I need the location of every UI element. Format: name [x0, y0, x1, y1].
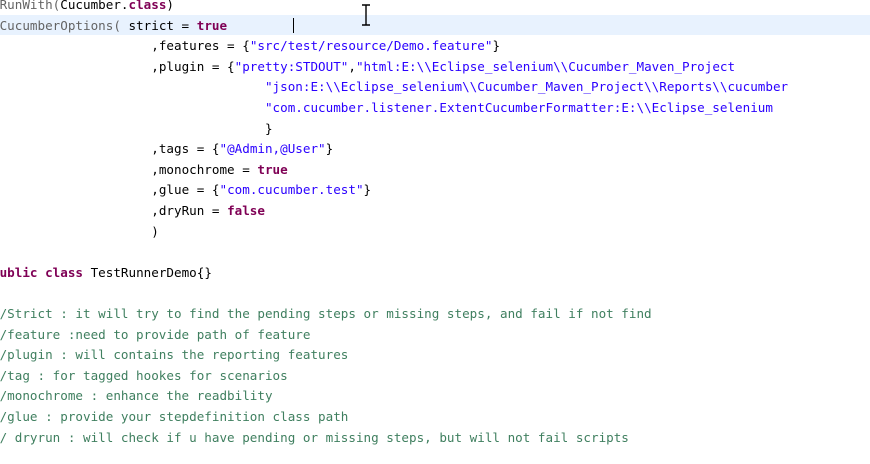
code-comment: //feature :need to provide path of featu… [0, 326, 311, 342]
code-line: //feature :need to provide path of featu… [0, 325, 310, 345]
code-string: "com.cucumber.listener.ExtentCucumberFor… [264, 100, 773, 115]
code-comment: //glue : provide your stepdefinition cla… [0, 409, 349, 424]
code-text: } [325, 141, 334, 157]
code-line: ,monochrome = true [0, 160, 288, 180]
code-text: ,glue = { [151, 182, 220, 198]
code-string: "com.cucumber.test" [219, 182, 364, 198]
code-text: } [492, 38, 501, 54]
code-string: "src/test/resource/Demo.feature" [249, 38, 493, 54]
code-text: ) [151, 223, 159, 239]
code-annotation: @CucumberOptions( [0, 17, 129, 33]
code-comment: //tag : for tagged hookes for scenarios [0, 367, 288, 383]
code-text: } [264, 120, 273, 136]
code-line: "json:E:\\Eclipse_selenium\\Cucumber_Mav… [0, 77, 788, 97]
code-text: ,dryRun = [151, 203, 228, 218]
code-string: "pretty:STDOUT" [234, 58, 349, 74]
code-comment: //plugin : will contains the reporting f… [0, 347, 349, 363]
code-keyword: false [227, 203, 265, 218]
code-text: TestRunnerDemo{} [83, 264, 212, 280]
code-line: //glue : provide your stepdefinition cla… [0, 407, 348, 427]
code-line: ,plugin = {"pretty:STDOUT","html:E:\\Ecl… [0, 57, 735, 77]
code-line: ,tags = {"@Admin,@User"} [0, 139, 333, 159]
code-keyword: public [0, 264, 38, 280]
text-caret [293, 18, 294, 33]
code-line: //tag : for tagged hookes for scenarios [0, 366, 288, 386]
code-keyword: class [128, 0, 167, 12]
text-ibeam-cursor-icon [362, 4, 370, 26]
code-line: ,features = {"src/test/resource/Demo.fea… [0, 36, 500, 56]
code-editor[interactable]: @RunWith(Cucumber.class)@CucumberOptions… [0, 0, 870, 464]
code-text: } [363, 182, 372, 198]
code-line: public class TestRunnerDemo{} [0, 263, 212, 283]
code-text: ) [166, 0, 175, 12]
code-annotation: @RunWith( [0, 0, 61, 12]
code-line: @CucumberOptions( strict = true [0, 16, 227, 36]
code-line: } [0, 119, 273, 139]
code-line: // dryrun : will check if u have pending… [0, 428, 629, 448]
code-string: "html:E:\\Eclipse_selenium\\Cucumber_Mav… [355, 58, 736, 74]
code-text: strict = [128, 17, 197, 33]
code-line: //monochrome : enhance the readbility [0, 386, 273, 406]
code-text: Cucumber. [60, 0, 129, 12]
code-text: ,plugin = { [151, 58, 235, 74]
code-text: , [348, 58, 356, 74]
code-line: "com.cucumber.listener.ExtentCucumberFor… [0, 98, 773, 118]
code-string: "@Admin,@User" [219, 141, 326, 157]
code-comment: //Strict : it will try to find the pendi… [0, 306, 652, 321]
code-string: "json:E:\\Eclipse_selenium\\Cucumber_Mav… [264, 79, 789, 95]
code-keyword: class [45, 264, 84, 280]
code-line: ,dryRun = false [0, 201, 265, 221]
code-keyword: true [257, 161, 288, 177]
code-text: ,monochrome = [151, 161, 258, 177]
code-text: ,tags = { [151, 141, 220, 157]
code-comment: // dryrun : will check if u have pending… [0, 429, 629, 445]
code-line: //Strict : it will try to find the pendi… [0, 304, 652, 324]
code-comment: //monochrome : enhance the readbility [0, 388, 273, 404]
code-line: ,glue = {"com.cucumber.test"} [0, 180, 371, 200]
code-line: //plugin : will contains the reporting f… [0, 345, 348, 365]
code-line: ) [0, 222, 159, 242]
code-keyword: true [196, 17, 228, 33]
code-text: ,features = { [151, 38, 250, 54]
code-line: @RunWith(Cucumber.class) [0, 0, 174, 15]
